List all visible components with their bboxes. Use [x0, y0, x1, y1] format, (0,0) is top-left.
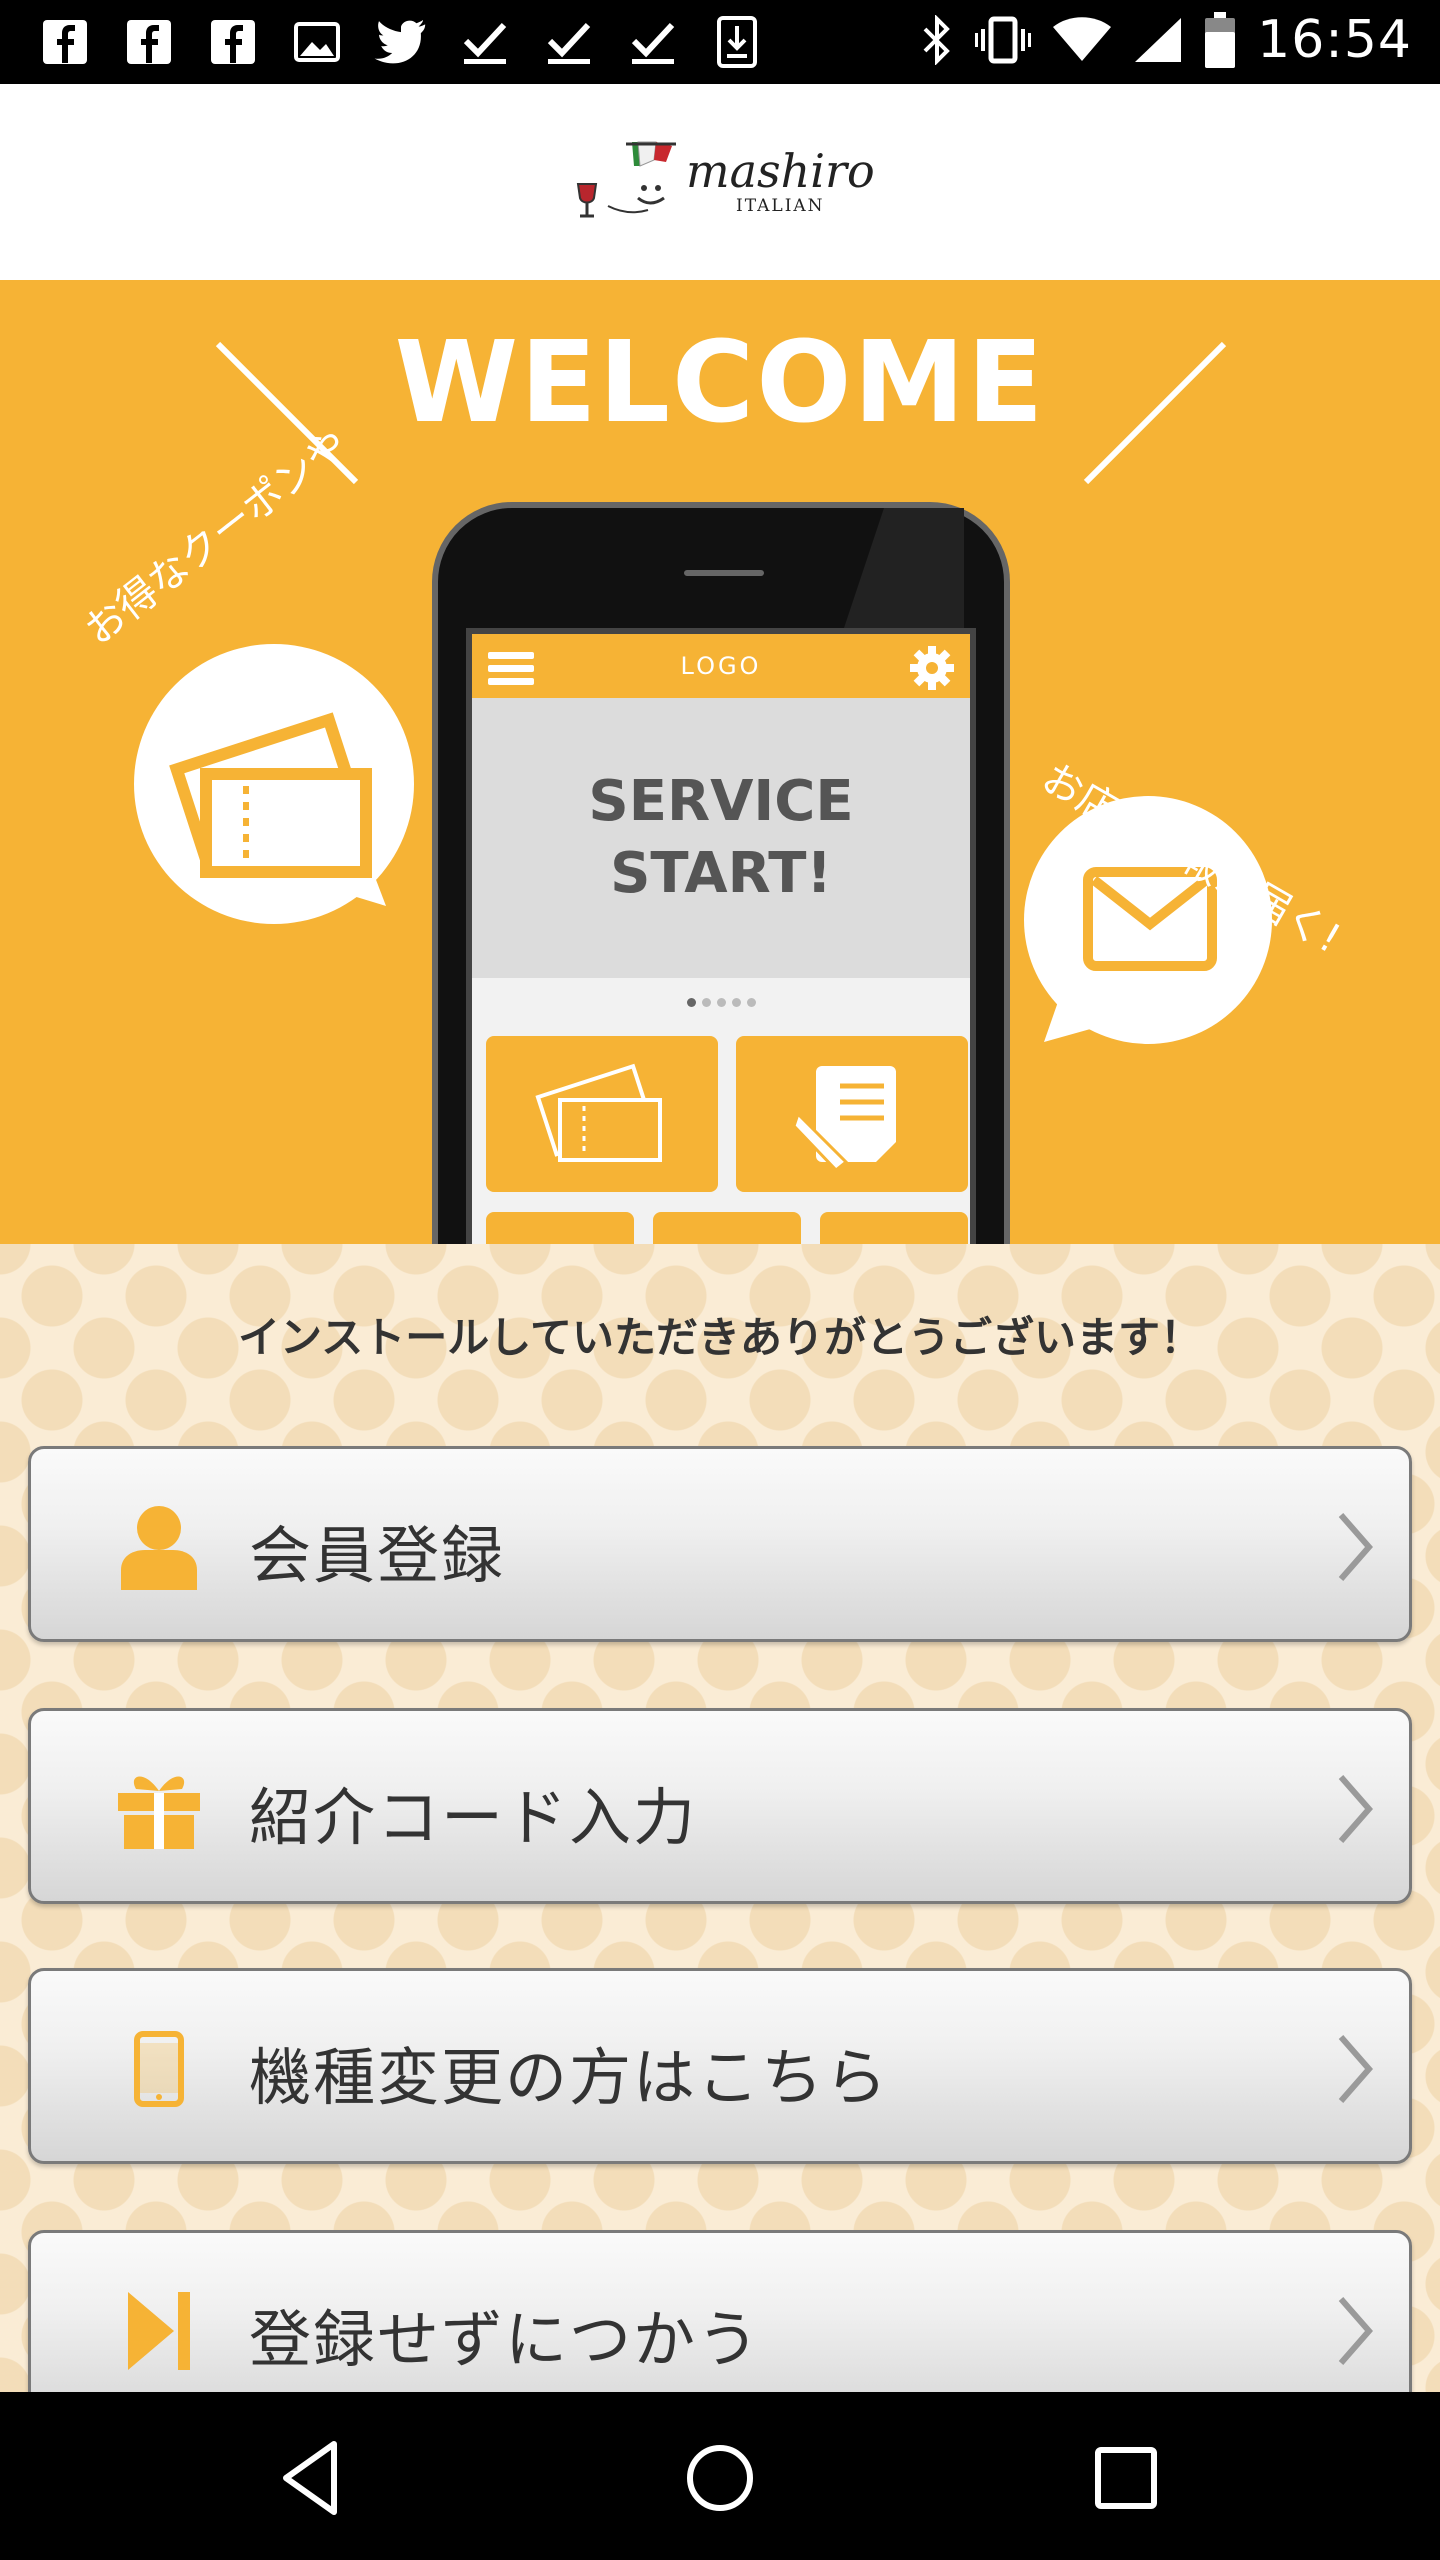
use-without-registration-label: 登録せずにつかう	[249, 2303, 762, 2376]
phone-speaker	[684, 570, 764, 576]
member-registration-button[interactable]: 会員登録	[28, 1446, 1412, 1642]
logo-subtitle: ITALIAN	[736, 196, 825, 216]
mock-logo: LOGO	[680, 652, 762, 680]
facebook-icon	[36, 14, 94, 70]
vibrate-icon	[975, 16, 1032, 64]
checkmark-icon	[540, 14, 598, 70]
chevron-right-icon	[1338, 1513, 1373, 1581]
thanks-message: インストールしていただきありがとうございます！	[238, 1313, 1202, 1362]
download-icon	[708, 14, 766, 70]
wifi-icon	[1053, 17, 1112, 61]
home-icon[interactable]	[678, 2436, 762, 2520]
chevron-right-icon	[1338, 2297, 1373, 2365]
logo-text: mashiro	[686, 144, 875, 198]
system-icons: 16:54	[921, 10, 1412, 70]
recent-apps-icon[interactable]	[1084, 2436, 1168, 2520]
chevron-right-icon	[1338, 2035, 1373, 2103]
status-bar: 16:54	[0, 0, 1440, 84]
person-icon	[111, 1499, 207, 1595]
coupon-icon	[169, 712, 386, 906]
coupon-bubble	[134, 644, 414, 924]
referral-code-button[interactable]: 紹介コード入力	[28, 1708, 1412, 1904]
mock-banner: SERVICE START!	[472, 698, 970, 978]
navigation-bar	[0, 2392, 1440, 2560]
logo-graphic	[576, 141, 676, 218]
gear-icon	[910, 646, 954, 690]
mashiro-logo: mashiro ITALIAN	[568, 136, 878, 226]
clock: 16:54	[1257, 10, 1412, 70]
checkmark-icon	[624, 14, 682, 70]
mock-tile	[486, 1212, 634, 1244]
image-icon	[288, 14, 346, 70]
coupon-icon	[535, 1063, 662, 1162]
mock-banner-line1: SERVICE	[588, 769, 854, 834]
device-change-button[interactable]: 機種変更の方はこちら	[28, 1968, 1412, 2164]
phone-screen: LOGO SERVICE START!	[466, 628, 976, 1244]
gift-icon	[111, 1761, 207, 1857]
mock-app-bar: LOGO	[472, 634, 970, 698]
bluetooth-icon	[923, 15, 950, 65]
chevron-right-icon	[1338, 1775, 1373, 1843]
mock-tile	[820, 1212, 968, 1244]
member-registration-label: 会員登録	[249, 1519, 506, 1592]
mock-tile	[653, 1212, 801, 1244]
device-change-label: 機種変更の方はこちら	[249, 2041, 890, 2114]
mock-notes-tile	[736, 1036, 968, 1192]
welcome-banner: WELCOME お得なクーポンや お店の情報が届く! LOGO SERVICE …	[0, 280, 1440, 1244]
welcome-title: WELCOME	[394, 318, 1046, 448]
back-icon[interactable]	[272, 2436, 356, 2520]
use-without-registration-button[interactable]: 登録せずにつかう	[28, 2230, 1412, 2392]
phone-mockup: LOGO SERVICE START!	[432, 502, 1010, 1244]
mock-pager-dots	[472, 978, 970, 1018]
smartphone-icon	[111, 2021, 207, 2117]
referral-code-label: 紹介コード入力	[249, 1781, 698, 1854]
facebook-icon	[120, 14, 178, 70]
facebook-icon	[204, 14, 262, 70]
skip-icon	[111, 2283, 207, 2379]
battery-icon	[1205, 12, 1236, 68]
notification-icons	[36, 14, 766, 70]
mock-coupon-tile	[486, 1036, 718, 1192]
mock-banner-line2: START!	[610, 841, 832, 906]
checkmark-icon	[456, 14, 514, 70]
app-header: mashiro ITALIAN	[0, 84, 1440, 280]
notes-icon	[792, 1066, 896, 1173]
cell-signal-icon	[1135, 18, 1182, 62]
phone-glare	[844, 508, 964, 628]
twitter-icon	[372, 14, 430, 70]
menu-section: インストールしていただきありがとうございます！ 会員登録 紹介コード入力 機種変…	[0, 1244, 1440, 2392]
